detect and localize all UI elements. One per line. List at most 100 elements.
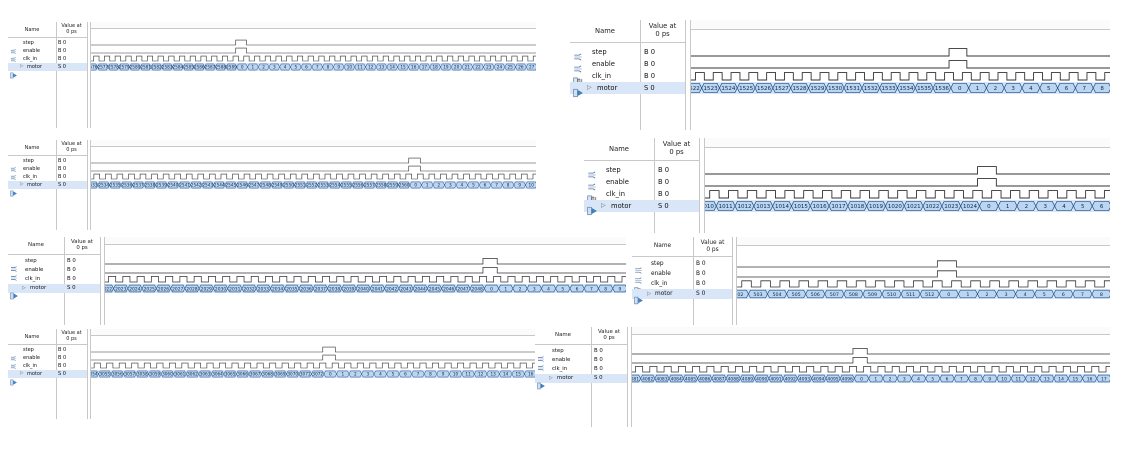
signal-row-motor[interactable]: ▷ motor S 0 [8,370,87,386]
motor-bus-value: 4088 [728,376,739,382]
motor-bus-value: 506 [811,292,820,298]
bus-output-icon [587,201,597,220]
value-column-header[interactable]: Value at 0 ps [64,239,100,251]
motor-bus-value: 4 [547,286,550,292]
signal-row-clk_in[interactable]: clk_in B 0 [535,365,627,380]
signal-row-enable[interactable]: enable B 0 [584,176,699,191]
motor-bus-value: 3055 [99,372,110,377]
motor-bus-value: 3067 [250,372,261,377]
motor-bus-value: 2 [985,292,988,298]
motor-bus-value: 5 [1047,86,1051,92]
signal-row-step[interactable]: step B 0 [8,39,87,54]
signal-value: B 0 [67,267,76,273]
signal-row-enable[interactable]: enable B 0 [570,58,685,73]
signal-row-clk_in[interactable]: clk_in B 0 [8,275,100,290]
name-column-header[interactable]: Name [535,332,591,338]
name-column-header[interactable]: Name [8,145,56,151]
signal-row-step[interactable]: step B 0 [632,259,732,274]
signal-name: clk_in [606,190,626,198]
motor-bus-value: 2586 [194,65,205,70]
value-column-header[interactable]: Value at 0 ps [693,240,732,253]
signal-row-motor[interactable]: ▷ motor S 0 [8,63,87,79]
bus-output-icon [10,182,17,201]
motor-bus-value: 6 [1062,292,1065,298]
waveform-view[interactable]: 1522152315241525152615271528152915301531… [690,20,1110,130]
signal-row-clk_in[interactable]: clk_in B 0 [570,70,685,85]
signal-row-step[interactable]: step B 0 [570,46,685,61]
signal-row-enable[interactable]: enable B 0 [8,47,87,62]
signal-row-motor[interactable]: ▷ motor S 0 [8,284,100,300]
value-header-line-2: 0 ps [603,335,615,342]
signal-row-clk_in[interactable]: clk_in B 0 [632,279,732,294]
name-column-header[interactable]: Name [8,334,56,340]
motor-bus-value: 1020 [888,204,903,210]
signal-row-enable[interactable]: enable B 0 [8,354,87,369]
expand-arrow-icon[interactable]: ▷ [20,63,23,71]
signal-row-clk_in[interactable]: clk_in B 0 [8,55,87,70]
expand-arrow-icon[interactable]: ▷ [601,200,606,212]
signal-row-step[interactable]: step B 0 [584,164,699,179]
value-column-header[interactable]: Value at 0 ps [640,22,685,39]
waveform-panel-3: Name Value at 0 ps step B 0 enable B 0 clk_in B … [8,140,536,230]
name-column-header[interactable]: Name [570,27,640,35]
signal-value: B 0 [58,166,67,172]
name-column-header[interactable]: Name [8,242,64,248]
waveform-view[interactable]: 2533253425352536253725382539254025412542… [90,140,536,230]
name-column-header[interactable]: Name [584,145,654,153]
motor-bus-value: 2023 [115,286,126,292]
signal-name: motor [27,64,43,70]
waveform-view[interactable]: 2576257725782579258025812582258325842585… [90,22,536,128]
signal-name: step [23,158,34,164]
motor-bus-value: 2539 [156,183,167,188]
value-column-header[interactable]: Value at 0 ps [56,330,87,343]
expand-arrow-icon[interactable]: ▷ [20,370,23,378]
waveform-view[interactable]: 502 503 504 505 506 507 508 509 510 511 512 0 1 2 3 4 5 6… [736,237,1110,325]
clk-in-waveform [91,362,536,369]
value-column-header[interactable]: Value at 0 ps [56,23,87,36]
signal-row-enable[interactable]: enable B 0 [8,165,87,180]
signal-row-step[interactable]: step B 0 [8,157,87,172]
value-column-header[interactable]: Value at 0 ps [56,141,87,154]
value-column-header[interactable]: Value at 0 ps [654,140,699,157]
expand-arrow-icon[interactable]: ▷ [549,374,553,383]
motor-bus-value: 1 [1006,204,1010,210]
expand-arrow-icon[interactable]: ▷ [587,82,592,94]
signal-row-step[interactable]: step B 0 [8,257,100,272]
waveform-view[interactable]: 3054305530563057305830593060306130623063… [90,329,536,419]
motor-bus-value: 1530 [828,86,843,92]
motor-bus-value: 5 [294,65,297,70]
expand-arrow-icon[interactable]: ▷ [20,181,23,189]
waveform-canvas: 4081408240834084408540864087408840894090… [632,348,1110,383]
signal-row-motor[interactable]: ▷ motor S 0 [584,200,699,216]
motor-bus-value: 2552 [306,183,317,188]
motor-bus-value: 2026 [158,286,169,292]
motor-bus-value: 5 [392,372,395,377]
signal-list: Name Value at 0 ps step B 0 enable B 0 clk_in B … [8,237,101,325]
motor-bus-value: 3064 [212,372,223,377]
signal-row-motor[interactable]: ▷ motor S 0 [632,289,732,305]
name-column-header[interactable]: Name [8,27,56,33]
signal-row-motor[interactable]: ▷ motor S 0 [535,374,627,390]
motor-bus-value: 1527 [775,86,790,92]
signal-row-enable[interactable]: enable B 0 [535,356,627,371]
waveform-view[interactable]: 1010 1011 1012 1013 1014 1015 10161017 1018 1019… [704,138,1110,233]
signal-row-motor[interactable]: ▷ motor S 0 [570,82,685,98]
value-column-header[interactable]: Value at 0 ps [591,329,627,341]
waveform-view[interactable]: 2022202320242025202620272028202920302031… [104,237,626,325]
name-column-header[interactable]: Name [632,243,693,249]
signal-row-enable[interactable]: enable B 0 [632,269,732,284]
signal-row-clk_in[interactable]: clk_in B 0 [8,173,87,188]
signal-row-enable[interactable]: enable B 0 [8,266,100,281]
signal-row-step[interactable]: step B 0 [535,347,627,362]
expand-arrow-icon[interactable]: ▷ [22,284,26,293]
motor-bus-value: 2540 [168,183,179,188]
signal-row-motor[interactable]: ▷ motor S 0 [8,181,87,197]
signal-row-clk_in[interactable]: clk_in B 0 [8,362,87,377]
motor-bus-value: 7 [495,183,498,188]
signal-row-clk_in[interactable]: clk_in B 0 [584,188,699,203]
waveform-view[interactable]: 4081408240834084408540864087408840894090… [631,327,1110,427]
expand-arrow-icon[interactable]: ▷ [647,289,651,299]
step-waveform [705,166,1110,175]
motor-bus-value: 6 [1100,204,1104,210]
signal-row-step[interactable]: step B 0 [8,346,87,361]
